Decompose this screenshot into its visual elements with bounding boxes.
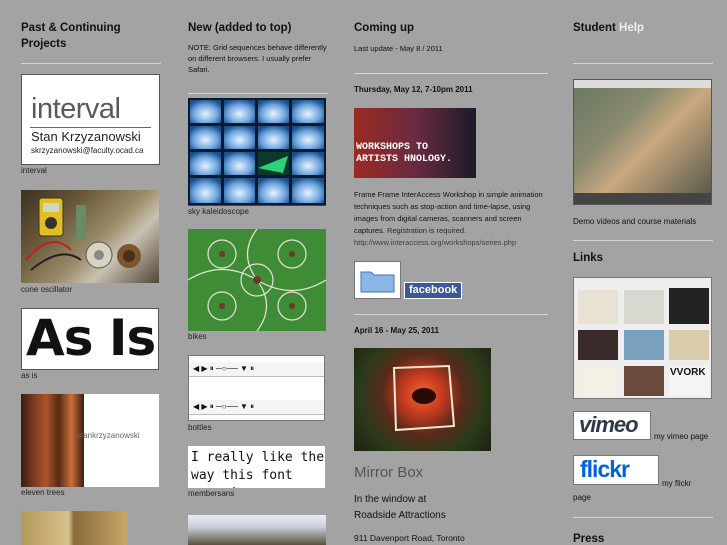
vvork-label: VVORK bbox=[670, 367, 706, 378]
press-rule bbox=[573, 517, 713, 518]
bottles-caption[interactable]: bottles bbox=[188, 423, 212, 432]
mirror-box-line2: Roadside Attractions bbox=[354, 510, 446, 521]
video-controls-bar bbox=[574, 193, 711, 204]
event1-date: Thursday, May 12, 7-10pm 2011 bbox=[354, 85, 473, 94]
last-update: Last update - May 8 / 2011 bbox=[354, 44, 443, 53]
coming-rule-1 bbox=[354, 73, 548, 74]
sky-kaleidoscope-grid bbox=[188, 98, 326, 205]
registration-link[interactable]: Registration is required. bbox=[387, 226, 466, 235]
font-sample-text: I really like the way this font moves! bbox=[191, 450, 325, 488]
cone-oscillator-thumbnail[interactable] bbox=[21, 190, 159, 283]
bikes-thumbnail[interactable] bbox=[188, 229, 326, 331]
folder-icon-box[interactable] bbox=[354, 261, 401, 299]
play-icon: ◀ ▶ ⏸ ─○── ▼ ⏸ bbox=[193, 364, 255, 373]
bottles-thumbnail[interactable]: ◀ ▶ ⏸ ─○── ▼ ⏸ ◀ ▶ ⏸ ─○── ▼ ⏸ bbox=[188, 355, 325, 421]
cone-oscillator-image bbox=[25, 197, 141, 271]
mirror-box-image bbox=[392, 364, 456, 432]
player-controls-1: ◀ ▶ ⏸ ─○── ▼ ⏸ bbox=[189, 362, 324, 377]
interaccess-url[interactable]: http://www.interaccess.org/workshops/ser… bbox=[354, 238, 516, 247]
flickr-caption[interactable]: my flickr page bbox=[573, 477, 703, 505]
vimeo-logo-box[interactable]: vimeo bbox=[573, 411, 651, 440]
interval-wordmark: interval bbox=[31, 93, 121, 125]
folder-icon bbox=[360, 271, 395, 293]
mirror-box-address: 911 Davenport Road, Toronto bbox=[354, 533, 465, 543]
coming-rule-2 bbox=[354, 314, 548, 315]
as-is-caption[interactable]: as is bbox=[21, 371, 37, 380]
coming-up-heading: Coming up bbox=[354, 22, 415, 34]
sky-kaleidoscope-caption[interactable]: sky kaleidoscope bbox=[188, 207, 249, 216]
mirror-box-line1: In the window at bbox=[354, 494, 427, 505]
eleven-trees-photo bbox=[21, 394, 84, 487]
demo-video-frame bbox=[574, 88, 711, 194]
workshop-banner[interactable]: WORKSHOPS TO ARTISTS HNOLOGY. bbox=[354, 108, 476, 178]
links-heading: Links bbox=[573, 252, 604, 264]
new-next-thumbnail[interactable] bbox=[188, 515, 326, 545]
bikes-caption[interactable]: bikes bbox=[188, 332, 207, 341]
video-window-bar bbox=[574, 80, 711, 88]
cone-oscillator-caption[interactable]: cone oscillator bbox=[21, 285, 72, 294]
demo-caption[interactable]: Demo videos and course materials bbox=[573, 217, 696, 226]
event2-date: April 16 - May 25, 2011 bbox=[354, 326, 439, 335]
links-rule bbox=[573, 240, 713, 241]
help-link[interactable]: Help bbox=[619, 22, 644, 34]
interval-email: skrzyzanowski@faculty.ocad.ca bbox=[31, 146, 144, 155]
coming-up-column: Coming up Last update - May 8 / 2011 bbox=[354, 0, 548, 54]
eleven-trees-caption[interactable]: eleven trees bbox=[21, 488, 65, 497]
new-heading: New (added to top) bbox=[188, 22, 292, 34]
student-column: Student Help bbox=[573, 0, 713, 36]
eleven-trees-title: stankrzyzanowski bbox=[77, 431, 140, 440]
as-is-text: As Is bbox=[26, 309, 156, 367]
membersans-caption[interactable]: membersans bbox=[188, 489, 234, 498]
as-is-thumbnail[interactable]: As Is bbox=[21, 308, 159, 370]
interval-thumbnail[interactable]: interval Stan Krzyzanowski skrzyzanowski… bbox=[21, 74, 160, 165]
eleven-trees-thumbnail[interactable]: stankrzyzanowski bbox=[21, 394, 159, 487]
past-projects-heading: Past & Continuing Projects bbox=[21, 22, 121, 50]
interval-divider bbox=[30, 127, 151, 128]
next-project-thumbnail[interactable] bbox=[21, 511, 127, 545]
links-collage-image bbox=[578, 288, 709, 396]
demo-video-thumbnail[interactable] bbox=[573, 79, 712, 205]
workshop-banner-text: WORKSHOPS TO ARTISTS HNOLOGY. bbox=[356, 142, 453, 165]
player-controls-2: ◀ ▶ ⏸ ─○── ▼ ⏸ bbox=[189, 400, 324, 415]
membersans-thumbnail[interactable]: I really like the way this font moves! bbox=[188, 446, 325, 488]
interval-author-name: Stan Krzyzanowski bbox=[31, 129, 141, 144]
vimeo-logo-text: vimeo bbox=[579, 412, 639, 437]
student-help-heading: Student Help bbox=[573, 20, 713, 36]
event1-description: Frame Frame InterAccess Workshop in simp… bbox=[354, 189, 546, 249]
play-icon-2: ◀ ▶ ⏸ ─○── ▼ ⏸ bbox=[193, 402, 255, 411]
vimeo-caption[interactable]: my vimeo page bbox=[654, 432, 708, 441]
facebook-badge[interactable]: facebook bbox=[404, 282, 462, 299]
new-rule bbox=[188, 93, 328, 94]
new-column: New (added to top) NOTE: Grid sequences … bbox=[188, 0, 328, 75]
press-heading: Press bbox=[573, 533, 605, 545]
browser-note: NOTE: Grid sequences behave differently … bbox=[188, 43, 327, 74]
interval-caption[interactable]: interval bbox=[21, 166, 47, 175]
student-rule bbox=[573, 63, 713, 64]
past-projects-column: Past & Continuing Projects bbox=[21, 0, 161, 52]
bikes-pattern bbox=[188, 229, 326, 331]
student-label: Student bbox=[573, 22, 616, 34]
facebook-logo-text: facebook bbox=[409, 284, 458, 296]
links-collage[interactable]: VVORK bbox=[573, 277, 712, 399]
mirror-box-title: Mirror Box bbox=[354, 464, 424, 481]
sky-kaleidoscope-thumbnail[interactable] bbox=[188, 98, 326, 206]
mirror-box-photo[interactable] bbox=[354, 348, 491, 451]
past-projects-rule bbox=[21, 63, 161, 64]
